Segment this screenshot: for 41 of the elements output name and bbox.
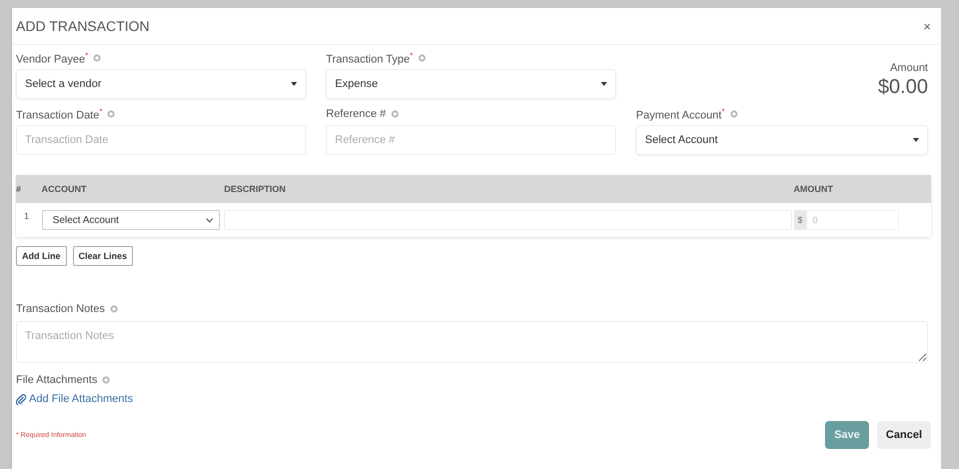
notes-field[interactable]: Transaction Notes [16,321,928,363]
select-field[interactable]: Select Account [636,125,928,155]
help-icon [418,54,426,62]
select-field[interactable]: Expense [326,69,616,99]
field-label: Transaction Type$^{*}$ [326,50,413,66]
chevron-icon [206,218,213,222]
help-icon [730,110,738,118]
field-label: Reference # [326,108,386,120]
input-field[interactable]: Reference # [326,125,616,155]
field-label: Vendor Payee$^{*}$ [16,50,88,66]
amount-field[interactable]: 0 [806,210,899,230]
currency-label: $ [794,210,807,230]
field-label: Transaction Notes [16,303,105,315]
close-button[interactable]: × [923,18,931,34]
column-header: # [16,184,22,194]
field-label: Payment Account$^{*}$ [636,106,725,122]
amount-value: $0.00 [878,76,928,99]
field-label: File Attachments [16,374,98,386]
column-header: ACCOUNT [42,184,88,194]
caret-icon [913,138,919,142]
column-header: DESCRIPTION [224,184,287,194]
caret-icon [291,82,297,86]
line-button[interactable]: Add Line [16,246,66,266]
paperclip-icon [16,394,26,404]
help-icon [107,110,116,118]
cancel-button[interactable]: Cancel [876,421,931,449]
line-button[interactable]: Clear Lines [72,246,134,266]
row-number: 1 [23,210,30,221]
caret-icon [601,82,607,86]
field-label: Transaction Date$^{*}$ [16,106,102,122]
account-select[interactable]: Select Account [42,210,220,230]
dialog-title: ADD TRANSACTION [16,18,150,34]
help-icon [390,110,399,118]
input-field[interactable]: Transaction Date [16,125,306,155]
help-icon [93,54,102,62]
column-header: AMOUNT [794,184,834,194]
help-icon [110,305,118,313]
attachment-link[interactable]: Add File Attachments [16,393,133,405]
help-icon [102,376,110,384]
amount-label: Amount [890,62,928,74]
select-field[interactable]: Select a vendor [16,69,306,99]
